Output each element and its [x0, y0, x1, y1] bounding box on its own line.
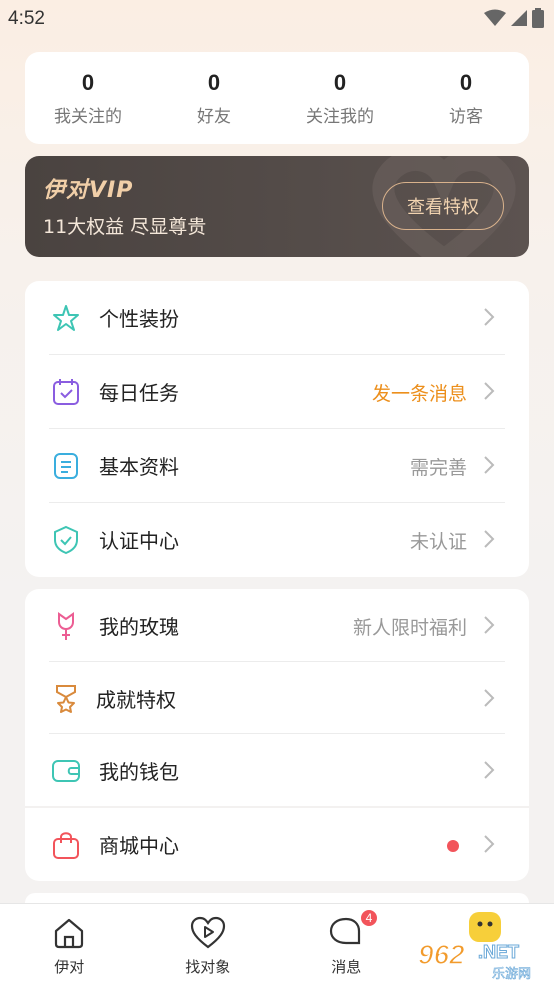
stats-card: 0 我关注的 0 好友 0 关注我的 0 访客: [25, 52, 529, 144]
menu-item-basic-info[interactable]: 基本资料 需完善: [25, 429, 529, 503]
chevron-right-icon: [484, 456, 495, 474]
status-time: 4:52: [8, 8, 45, 29]
menu-item-label: 认证中心: [99, 529, 179, 553]
unread-badge: 4: [359, 908, 379, 928]
star-sparkle-icon: [53, 305, 79, 331]
menu-item-value: 新人限时福利: [352, 617, 467, 639]
stat-value: 0: [207, 70, 221, 95]
site-watermark: 962 .NET 乐游网: [400, 936, 550, 982]
stat-value: 0: [81, 70, 95, 95]
menu-item-wallet[interactable]: 我的钱包: [25, 734, 529, 806]
signal-icon: [511, 10, 527, 26]
stat-value: 0: [459, 70, 473, 95]
menu-item-label: 个性装扮: [99, 307, 179, 331]
menu-item-label: 基本资料: [99, 455, 179, 479]
tab-home[interactable]: 伊对: [0, 904, 139, 984]
menu-item-mall[interactable]: 商城中心: [25, 808, 529, 881]
watermark-site-name: 乐游网: [492, 967, 531, 982]
vip-title: 伊对VIP: [43, 178, 134, 203]
menu-item-value: 发一条消息: [371, 383, 467, 405]
stat-friends[interactable]: 0 好友: [151, 52, 277, 144]
menu-item-label: 商城中心: [99, 834, 179, 858]
shield-check-icon: [54, 525, 78, 555]
battery-icon: [532, 8, 544, 28]
rose-icon: [58, 612, 74, 640]
menu-item-value: 需完善: [409, 457, 467, 479]
menu-item-value: 未认证: [409, 531, 467, 553]
menu-item-label: 我的玫瑰: [99, 615, 179, 639]
menu-item-roses[interactable]: 我的玫瑰 新人限时福利: [25, 589, 529, 662]
stat-value: 0: [333, 70, 347, 95]
chevron-right-icon: [484, 689, 495, 707]
menu-item-achievements[interactable]: 成就特权: [25, 662, 529, 734]
menu-item-label: 成就特权: [96, 688, 176, 712]
chevron-right-icon: [484, 530, 495, 548]
watermark-number: 962: [418, 939, 465, 970]
menu-item-label: 我的钱包: [99, 760, 179, 784]
menu-item-daily-tasks[interactable]: 每日任务 发一条消息: [25, 355, 529, 429]
stat-label: 好友: [197, 107, 231, 127]
menu-item-verification[interactable]: 认证中心 未认证: [25, 503, 529, 577]
watermark-domain: .NET: [478, 942, 519, 962]
status-icons: [484, 8, 544, 28]
chevron-right-icon: [484, 308, 495, 326]
view-privileges-button[interactable]: 查看特权: [382, 182, 504, 230]
stat-followers[interactable]: 0 关注我的: [277, 52, 403, 144]
document-icon: [54, 453, 78, 479]
chevron-right-icon: [484, 835, 495, 853]
wifi-icon: [484, 9, 506, 26]
stat-label: 访客: [449, 107, 483, 127]
stat-label: 关注我的: [306, 107, 374, 127]
home-icon: [55, 918, 84, 949]
menu-item-label: 每日任务: [99, 381, 179, 405]
wallet-icon: [52, 760, 80, 782]
heart-play-icon: [190, 916, 225, 949]
tab-find-match[interactable]: 找对象: [139, 904, 278, 984]
menu-item-decoration[interactable]: 个性装扮: [25, 281, 529, 355]
menu-group-profile: 个性装扮 每日任务 发一条消息 基本资料 需完善 认证中心 未认证: [25, 281, 529, 577]
stat-visitors[interactable]: 0 访客: [403, 52, 529, 144]
tab-messages[interactable]: 4 消息: [277, 904, 416, 984]
stat-following[interactable]: 0 我关注的: [25, 52, 151, 144]
menu-group-assets: 我的玫瑰 新人限时福利 成就特权 我的钱包 商城中心: [25, 589, 529, 881]
calendar-check-icon: [53, 379, 79, 405]
tab-label: 伊对: [54, 958, 85, 976]
tab-label: 找对象: [185, 958, 231, 976]
chevron-right-icon: [484, 616, 495, 634]
chevron-right-icon: [484, 761, 495, 779]
chevron-right-icon: [484, 382, 495, 400]
vip-subtitle: 11大权益 尽显尊贵: [43, 216, 207, 238]
shopping-bag-icon: [53, 832, 79, 859]
notification-dot: [447, 840, 459, 852]
medal-icon: [56, 685, 76, 713]
stat-label: 我关注的: [54, 107, 122, 127]
vip-banner[interactable]: 伊对VIP 11大权益 尽显尊贵 查看特权: [25, 156, 529, 257]
status-bar: 4:52: [0, 0, 554, 38]
tab-label: 消息: [331, 958, 362, 976]
